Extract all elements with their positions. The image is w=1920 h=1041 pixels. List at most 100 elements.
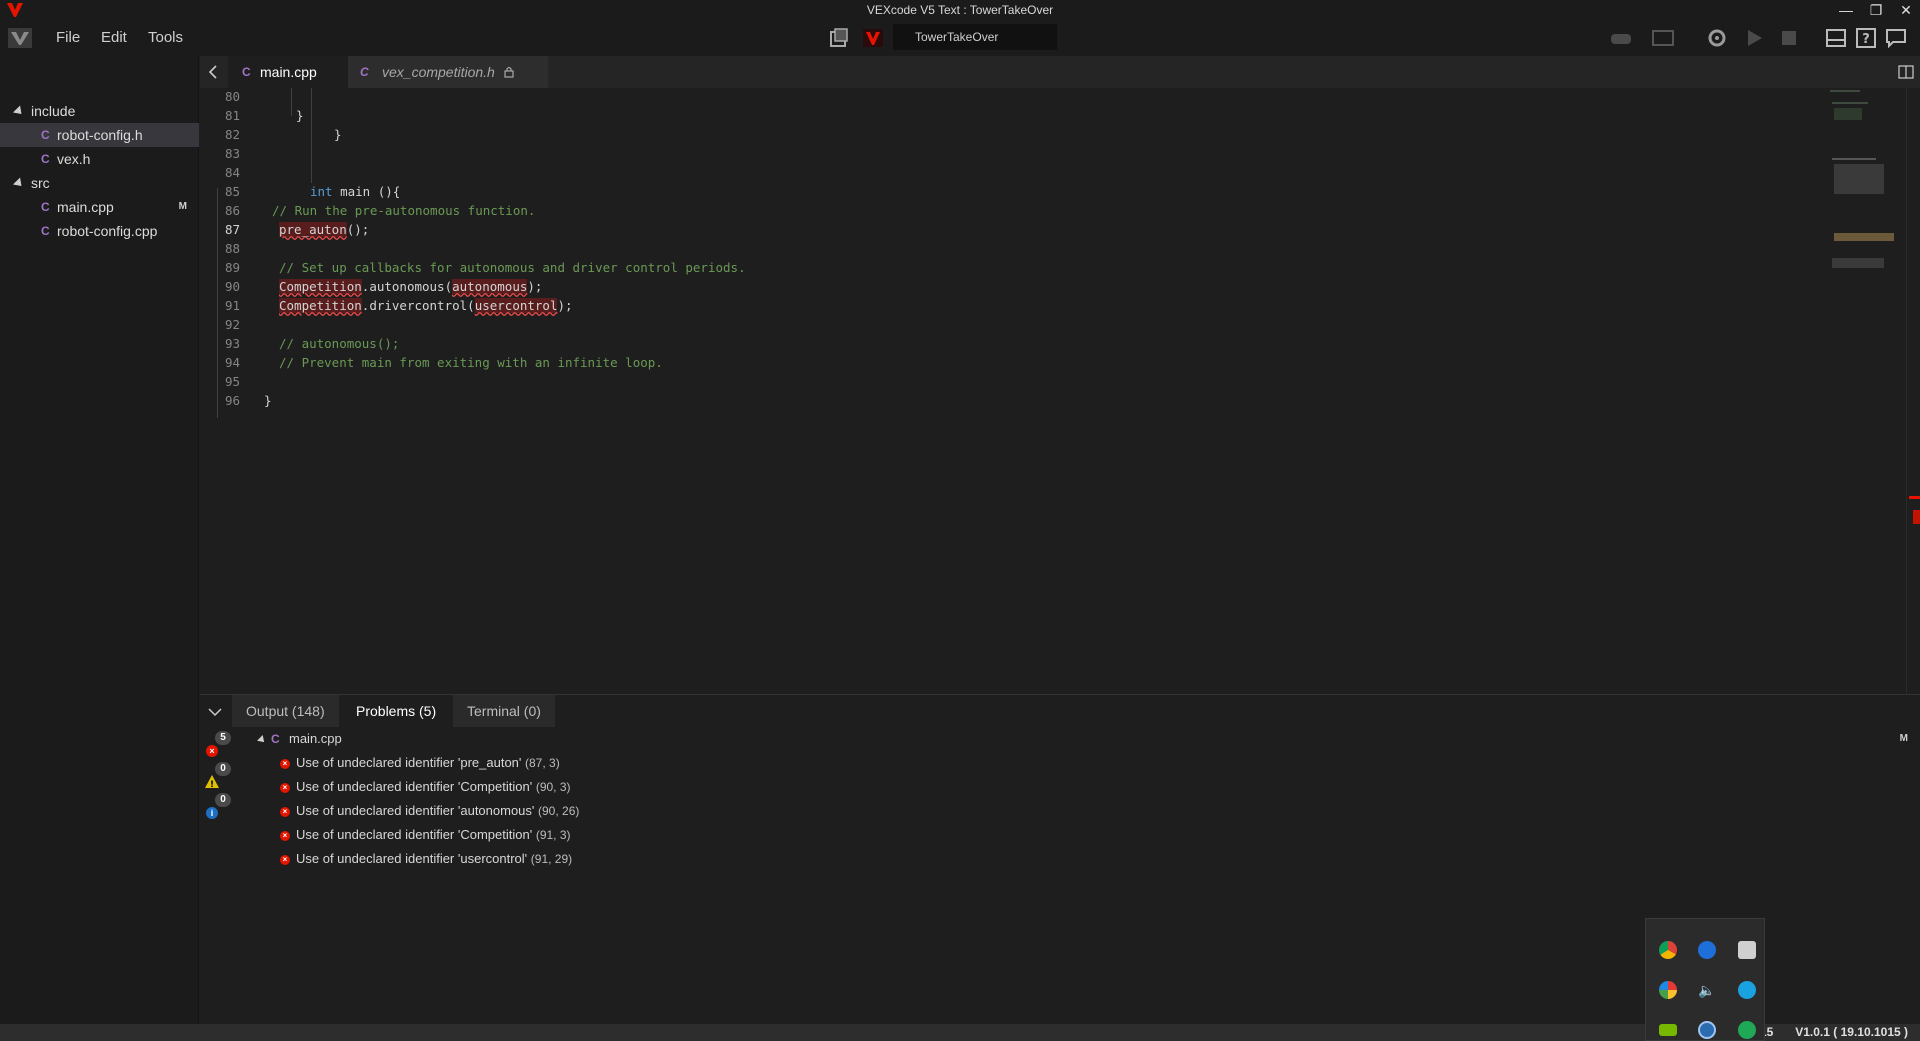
- error-token: autonomous: [452, 279, 528, 294]
- expand-arrow-icon[interactable]: [257, 735, 267, 745]
- expand-arrow-icon[interactable]: [12, 177, 26, 190]
- file-robot-config-h[interactable]: C robot-config.h: [0, 123, 199, 147]
- color-app-icon[interactable]: [1659, 981, 1677, 999]
- error-icon: ×: [280, 782, 290, 793]
- expand-arrow-icon[interactable]: [12, 105, 26, 118]
- skype-icon[interactable]: [1738, 981, 1756, 999]
- comment-line: // autonomous();: [279, 336, 400, 351]
- device-info-icon[interactable]: [827, 26, 851, 50]
- file-robot-config-cpp[interactable]: C robot-config.cpp: [0, 219, 199, 243]
- svg-text:!: !: [210, 780, 214, 788]
- line-number: 84: [224, 165, 240, 180]
- code-editor[interactable]: 80 81 } 82 } 83 84 85 int main (){ 86 //…: [200, 88, 1920, 694]
- file-main-cpp[interactable]: C main.cpp M: [0, 195, 199, 219]
- nvidia-icon[interactable]: [1659, 1024, 1677, 1036]
- collapse-panel-icon[interactable]: [206, 703, 224, 721]
- security-icon[interactable]: [1738, 941, 1756, 959]
- chrome-icon[interactable]: [1659, 941, 1677, 959]
- lock-icon: [504, 66, 514, 78]
- menu-edit[interactable]: Edit: [101, 29, 127, 46]
- stop-icon[interactable]: [1777, 26, 1801, 50]
- editor-tabs: C main.cpp C vex_competition.h: [200, 56, 1920, 88]
- split-editor-icon[interactable]: [1898, 64, 1914, 80]
- vex-brain-icon[interactable]: [861, 26, 885, 50]
- line-number: 89: [224, 260, 240, 275]
- keyword-token: int: [310, 184, 333, 199]
- error-icon[interactable]: ×: [206, 745, 218, 757]
- minimize-icon[interactable]: —: [1832, 0, 1860, 20]
- code-line: Competition.autonomous(autonomous);: [279, 279, 542, 294]
- error-marker: [1909, 496, 1920, 499]
- cpp-file-icon: C: [41, 224, 50, 238]
- screen-icon[interactable]: [1651, 26, 1675, 50]
- project-name-field[interactable]: TowerTakeOver: [893, 24, 1057, 50]
- line-number: 80: [224, 89, 240, 104]
- controller-icon[interactable]: [1609, 26, 1633, 50]
- error-token: Competition: [279, 298, 362, 313]
- editor-scrollbar[interactable]: [1906, 88, 1920, 694]
- line-number: 91: [224, 298, 240, 313]
- green-status-icon[interactable]: [1738, 1021, 1756, 1039]
- line-number: 88: [224, 241, 240, 256]
- back-chevron-icon[interactable]: [204, 62, 224, 82]
- restore-icon[interactable]: ❐: [1862, 0, 1890, 20]
- folder-label: src: [31, 175, 50, 191]
- cpp-file-icon: C: [360, 65, 369, 79]
- folder-src[interactable]: src: [0, 171, 199, 195]
- problem-location: (90, 26): [538, 804, 580, 818]
- warning-icon[interactable]: !: [205, 775, 219, 788]
- minimap[interactable]: [1828, 88, 1908, 288]
- volume-icon[interactable]: 🔈: [1698, 981, 1716, 999]
- system-tray-popup: 🔈: [1645, 918, 1765, 1041]
- tab-terminal[interactable]: Terminal (0): [453, 695, 555, 727]
- bluetooth-icon[interactable]: [1698, 941, 1716, 959]
- error-token: usercontrol: [474, 298, 558, 313]
- menu-file[interactable]: File: [56, 29, 80, 46]
- code-line: int main (){: [310, 184, 400, 199]
- project-name: TowerTakeOver: [915, 30, 999, 44]
- problem-row[interactable]: × Use of undeclared identifier 'autonomou…: [280, 803, 579, 818]
- file-label: main.cpp: [57, 199, 114, 215]
- menu-tools[interactable]: Tools: [148, 29, 183, 46]
- error-icon: ×: [280, 758, 290, 769]
- line-number: 90: [224, 279, 240, 294]
- help-icon[interactable]: ?: [1854, 26, 1878, 50]
- problems-file-row[interactable]: Cmain.cpp: [257, 731, 342, 746]
- code-token: .drivercontrol(: [361, 298, 475, 313]
- indent-guide: [291, 88, 292, 116]
- tab-problems[interactable]: Problems (5): [342, 695, 451, 727]
- code-line: pre_auton();: [279, 222, 369, 237]
- tab-vex-competition-h[interactable]: C vex_competition.h: [348, 56, 548, 88]
- svg-text:?: ?: [1862, 32, 1870, 47]
- info-icon[interactable]: i: [206, 807, 218, 819]
- title-bar: VEXcode V5 Text : TowerTakeOver — ❐ ✕: [0, 0, 1920, 20]
- problem-location: (91, 3): [535, 828, 571, 842]
- error-marker: [1913, 510, 1920, 524]
- vex-logo-icon[interactable]: [8, 28, 32, 48]
- folder-include[interactable]: include: [0, 99, 199, 123]
- run-icon[interactable]: [1742, 26, 1766, 50]
- problem-message: Use of undeclared identifier 'pre_auton': [296, 755, 522, 770]
- problem-row[interactable]: × Use of undeclared identifier 'Competiti…: [280, 827, 571, 842]
- feedback-icon[interactable]: [1884, 26, 1908, 50]
- code-line: }: [334, 127, 342, 142]
- error-icon: ×: [280, 854, 290, 865]
- line-number: 93: [224, 336, 240, 351]
- file-vex-h[interactable]: C vex.h: [0, 147, 199, 171]
- code-line: }: [264, 393, 272, 408]
- close-icon[interactable]: ✕: [1892, 0, 1920, 20]
- build-icon[interactable]: [1705, 26, 1729, 50]
- tab-output[interactable]: Output (148): [232, 695, 339, 727]
- network-icon[interactable]: [1698, 1021, 1716, 1039]
- problem-row[interactable]: × Use of undeclared identifier 'usercontr…: [280, 851, 572, 866]
- code-token: main (){: [332, 184, 401, 199]
- layout-icon[interactable]: [1824, 26, 1848, 50]
- cpp-file-icon: C: [41, 200, 50, 214]
- problem-message: Use of undeclared identifier 'Competitio…: [296, 779, 533, 794]
- error-token: Competition: [279, 279, 362, 294]
- problem-row[interactable]: × Use of undeclared identifier 'pre_auton…: [280, 755, 560, 770]
- problem-location: (87, 3): [525, 756, 560, 770]
- problem-row[interactable]: × Use of undeclared identifier 'Competiti…: [280, 779, 571, 794]
- cpp-file-icon: C: [242, 65, 251, 79]
- line-number: 82: [224, 127, 240, 142]
